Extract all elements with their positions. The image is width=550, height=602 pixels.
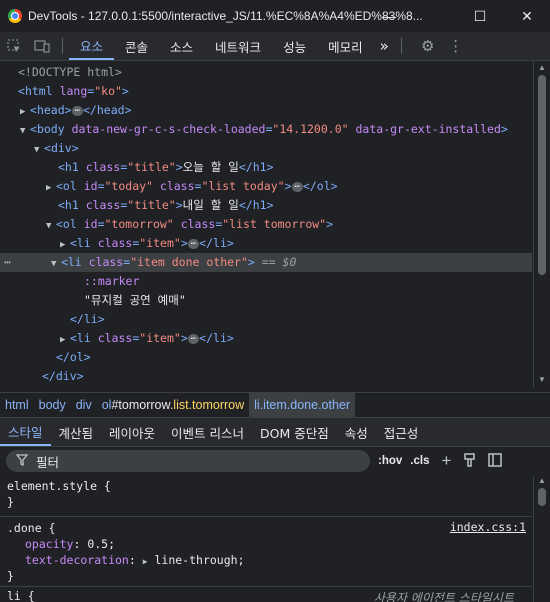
new-style-rule-button[interactable]: + <box>441 451 451 471</box>
styles-scrollbar[interactable]: ▲ <box>533 476 550 602</box>
tab-event-listeners[interactable]: 이벤트 리스너 <box>163 418 252 446</box>
declaration-opacity[interactable]: opacity: 0.5; <box>0 536 532 552</box>
breadcrumb-html[interactable]: html <box>0 393 34 417</box>
tab-properties[interactable]: 속성 <box>337 418 376 446</box>
cls-button[interactable]: .cls <box>410 455 429 467</box>
breadcrumb-div[interactable]: div <box>71 393 97 417</box>
title-bar: DevTools - 127.0.0.1:5500/interactive_JS… <box>0 0 550 32</box>
dom-line-ol-tomorrow[interactable]: ▼ <ol id="tomorrow" class="list tomorrow"… <box>0 215 532 234</box>
dom-line-body[interactable]: ▼ <body data-new-gr-c-s-check-loaded="14.… <box>0 120 532 139</box>
more-options-icon[interactable]: ⋮ <box>442 32 470 60</box>
dom-line-li-1[interactable]: ▶ <li class="item"> ⋯ </li> <box>0 234 532 253</box>
close-icon[interactable]: ✕ <box>504 0 550 32</box>
dom-line-h1-tomorrow[interactable]: <h1 class="title">내일 할 일</h1> <box>0 196 532 215</box>
user-agent-stylesheet-label: 사용자 에이전트 스타일시트 <box>373 591 514 602</box>
source-link[interactable]: index.css:1 <box>450 520 526 534</box>
dom-line-h1-today[interactable]: <h1 class="title">오늘 할 일</h1> <box>0 158 532 177</box>
dom-line-marker[interactable]: ::marker <box>0 272 532 291</box>
color-format-icon[interactable] <box>463 452 476 470</box>
tab-dom-breakpoints[interactable]: DOM 중단점 <box>252 418 337 446</box>
elements-tree: <!DOCTYPE html> <html lang="ko"> ▶ <head>… <box>0 61 532 388</box>
dom-line-div-close[interactable]: </div> <box>0 367 532 386</box>
scrollbar-thumb[interactable] <box>538 488 546 506</box>
toolbar-divider <box>400 38 402 54</box>
doctype-text: <!DOCTYPE html> <box>18 65 122 79</box>
scroll-up-icon[interactable]: ▲ <box>538 63 546 72</box>
tab-console[interactable]: 콘솔 <box>114 32 159 60</box>
dom-line-html[interactable]: <html lang="ko"> <box>0 82 532 101</box>
tab-elements[interactable]: 요소 <box>69 32 115 60</box>
dom-line-ol-close[interactable]: </ol> <box>0 348 532 367</box>
device-toolbar-icon[interactable] <box>28 32 56 60</box>
scrollbar-thumb[interactable] <box>538 75 546 275</box>
toolbar-divider <box>62 38 63 54</box>
styles-pane-tabs: 스타일 계산됨 레이아웃 이벤트 리스너 DOM 중단점 속성 접근성 <box>0 418 550 447</box>
tab-sources[interactable]: 소스 <box>159 32 204 60</box>
tab-memory[interactable]: 메모리 <box>317 32 374 60</box>
dom-line-div[interactable]: ▼ <div> <box>0 139 532 158</box>
dom-line-li-close[interactable]: </li> <box>0 310 532 329</box>
settings-gear-icon[interactable]: ⚙ <box>414 32 442 60</box>
dom-line-li-selected[interactable]: ⋯ ▼ <li class="item done other"> == $0 <box>0 253 532 272</box>
toggle-sidebar-icon[interactable] <box>488 452 503 470</box>
filter-placeholder: 필터 <box>36 454 60 470</box>
maximize-icon[interactable]: ☐ <box>457 0 503 32</box>
element-style-selector[interactable]: element.style { <box>0 478 532 494</box>
elements-scrollbar[interactable]: ▲ ▼ <box>533 61 550 388</box>
ellipsis-badge[interactable]: ⋯ <box>291 181 303 192</box>
row-menu-icon[interactable]: ⋯ <box>0 255 11 269</box>
hov-button[interactable]: :hov <box>378 455 402 467</box>
ellipsis-badge[interactable]: ⋯ <box>187 238 200 249</box>
ellipsis-badge[interactable]: ⋯ <box>71 105 83 116</box>
dom-line-li-text[interactable]: "뮤지컬 공연 예매" <box>0 291 532 310</box>
breadcrumb-body[interactable]: body <box>34 393 71 417</box>
rule-li: li { 사용자 에이전트 스타일시트 <box>0 588 532 602</box>
devtools-toolbar: 요소 콘솔 소스 네트워크 성능 메모리 » ⚙ ⋮ <box>0 32 550 61</box>
minimize-icon[interactable]: — <box>366 0 412 32</box>
filter-input[interactable]: 필터 <box>6 450 370 472</box>
rule-close-brace: } <box>7 495 14 509</box>
dom-line-head[interactable]: ▶ <head> ⋯ </head> <box>0 101 532 120</box>
scroll-down-icon[interactable]: ▼ <box>538 375 546 384</box>
tab-styles[interactable]: 스타일 <box>0 418 51 446</box>
ellipsis-badge[interactable]: ⋯ <box>187 333 200 344</box>
tab-performance[interactable]: 성능 <box>272 32 317 60</box>
tab-computed[interactable]: 계산됨 <box>51 418 102 446</box>
tab-accessibility[interactable]: 접근성 <box>376 418 427 446</box>
filter-icon <box>15 453 30 469</box>
selected-marker: == $0 <box>261 255 297 269</box>
rule-done: index.css:1 .done { opacity: 0.5; text-d… <box>0 518 532 587</box>
expand-shorthand-icon[interactable]: ▶ <box>143 557 148 566</box>
scroll-up-icon[interactable]: ▲ <box>538 476 546 485</box>
chrome-logo-icon <box>8 9 22 23</box>
dom-line-doctype[interactable]: <!DOCTYPE html> <box>0 63 532 82</box>
rule-element-style: element.style { } <box>0 478 532 517</box>
dom-line-ol-today[interactable]: ▶ <ol id="today" class="list today"> ⋯ </ol… <box>0 177 532 196</box>
inspect-element-icon[interactable] <box>0 32 28 60</box>
dom-line-li-3[interactable]: ▶ <li class="item"> ⋯ </li> <box>0 329 532 348</box>
breadcrumb-ol[interactable]: ol#tomorrow.list.tomorrow <box>97 393 249 417</box>
breadcrumb-li[interactable]: li.item.done.other <box>249 393 356 417</box>
more-tabs-button[interactable]: » <box>374 32 395 60</box>
tab-layout[interactable]: 레이아웃 <box>101 418 163 446</box>
rule-close-brace: } <box>7 569 14 583</box>
breadcrumb: html body div ol#tomorrow.list.tomorrow … <box>0 392 550 418</box>
styles-pane: element.style { } index.css:1 .done { op… <box>0 476 532 602</box>
tab-network[interactable]: 네트워크 <box>204 32 272 60</box>
styles-filter-bar: 필터 :hov .cls + <box>0 447 550 475</box>
declaration-text-decoration[interactable]: text-decoration: ▶ line-through; <box>0 552 532 568</box>
